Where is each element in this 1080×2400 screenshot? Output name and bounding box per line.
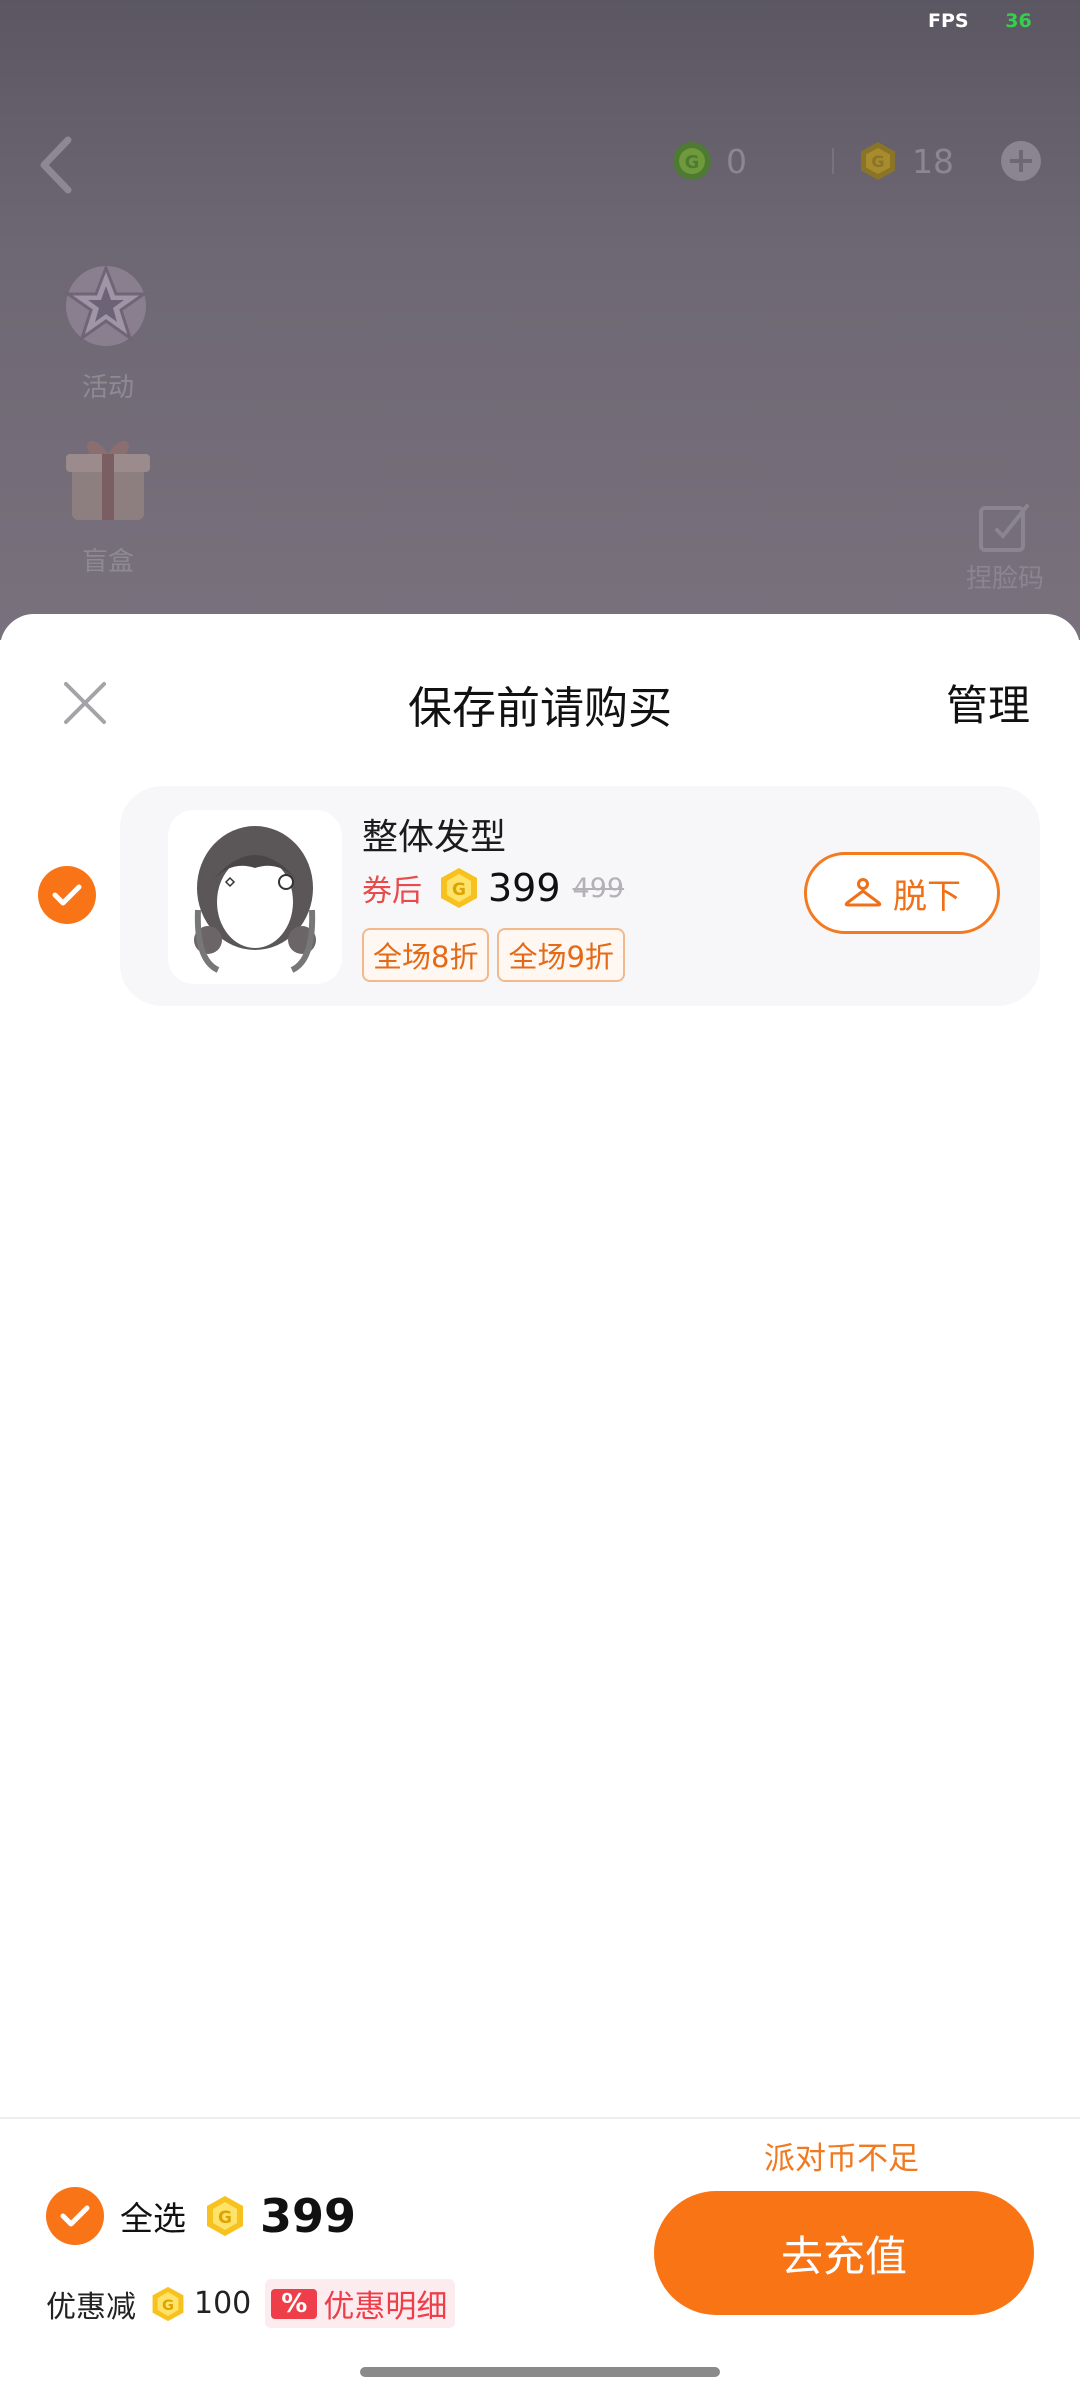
add-currency-icon[interactable] xyxy=(1000,140,1042,182)
insufficient-notice: 派对币不足 xyxy=(764,2141,919,2177)
party-coin-icon: G xyxy=(152,2286,184,2321)
activity-label: 活动 xyxy=(81,373,134,403)
fps-counter: FPS 36 xyxy=(928,10,1032,32)
sidebar-item-blindbox[interactable]: 盲盒 xyxy=(50,424,166,578)
select-all-label: 全选 xyxy=(120,2199,186,2238)
item-card[interactable]: 整体发型 券后 G 399 499 全场8折 全场9折 脱下 xyxy=(120,786,1040,1006)
svg-text:G: G xyxy=(871,152,884,171)
home-indicator[interactable] xyxy=(360,2367,720,2377)
currency-divider xyxy=(832,148,834,174)
manage-button[interactable]: 管理 xyxy=(946,672,1030,733)
hanger-icon xyxy=(844,878,882,907)
item-price-now: 399 xyxy=(488,866,561,910)
discount-tag: 全场8折 xyxy=(362,928,490,982)
item-thumbnail xyxy=(168,810,342,984)
take-off-label: 脱下 xyxy=(893,876,961,917)
fps-value: 36 xyxy=(1005,10,1032,32)
select-all-toggle[interactable]: 全选 G 399 xyxy=(46,2187,356,2245)
chevron-left-icon xyxy=(40,136,72,194)
gold-currency-value: 18 xyxy=(912,141,954,181)
currency-bar: G 0 G 18 xyxy=(672,135,1062,187)
background-screen: FPS 36 G 0 G 18 活动 盲盒 捏脸码 xyxy=(0,0,1080,640)
svg-text:G: G xyxy=(452,880,466,900)
hairstyle-image xyxy=(194,826,316,973)
item-checkbox[interactable] xyxy=(38,866,96,924)
back-button[interactable] xyxy=(34,130,84,200)
face-code-label: 捏脸码 xyxy=(965,564,1044,594)
recharge-button[interactable]: 去充值 xyxy=(654,2191,1034,2315)
select-all-checkbox[interactable] xyxy=(46,2187,104,2245)
total-price: 399 xyxy=(260,2189,357,2243)
svg-text:G: G xyxy=(218,2208,232,2228)
gold-currency[interactable]: G 18 xyxy=(858,141,954,181)
face-code-button[interactable]: 捏脸码 xyxy=(960,500,1050,595)
percent-badge-icon: % xyxy=(271,2288,318,2319)
gold-coin-icon: G xyxy=(861,142,895,180)
edit-icon xyxy=(979,504,1029,552)
gift-box-icon xyxy=(66,441,150,520)
blindbox-label: 盲盒 xyxy=(81,547,134,577)
svg-text:G: G xyxy=(685,152,700,173)
list-item: 整体发型 券后 G 399 499 全场8折 全场9折 脱下 xyxy=(0,784,1080,1014)
discount-summary: 优惠减 G 100 % 优惠明细 xyxy=(46,2279,456,2328)
party-coin-icon: G xyxy=(207,2196,243,2236)
item-price: 券后 G 399 499 xyxy=(362,866,624,910)
discount-detail-label: 优惠明细 xyxy=(323,2289,448,2325)
green-coin-icon: G xyxy=(673,142,711,180)
party-coin-icon: G xyxy=(441,868,477,908)
item-name: 整体发型 xyxy=(362,817,507,858)
fps-label: FPS xyxy=(928,10,969,32)
discount-tags: 全场8折 全场9折 xyxy=(362,928,633,982)
item-price-original: 499 xyxy=(572,872,625,904)
checkout-footer: 派对币不足 全选 G 399 优惠减 G 100 % 优惠明细 去充值 xyxy=(0,2117,1080,2400)
sheet-title: 保存前请购买 xyxy=(408,683,672,734)
sheet-header: 保存前请购买 管理 xyxy=(0,614,1080,784)
green-currency-value: 0 xyxy=(726,141,747,181)
star-icon xyxy=(63,263,149,346)
green-currency[interactable]: G 0 xyxy=(672,141,832,181)
discount-tag: 全场9折 xyxy=(497,928,625,982)
sidebar-item-activity[interactable]: 活动 xyxy=(50,250,166,404)
after-coupon-label: 券后 xyxy=(362,874,422,909)
check-icon xyxy=(52,884,82,906)
take-off-button[interactable]: 脱下 xyxy=(804,852,1000,934)
discount-detail-button[interactable]: % 优惠明细 xyxy=(265,2279,456,2328)
svg-text:G: G xyxy=(162,2297,174,2314)
discount-amount: 100 xyxy=(194,2286,252,2321)
check-icon xyxy=(60,2205,90,2227)
discount-label: 优惠减 xyxy=(46,2289,136,2325)
